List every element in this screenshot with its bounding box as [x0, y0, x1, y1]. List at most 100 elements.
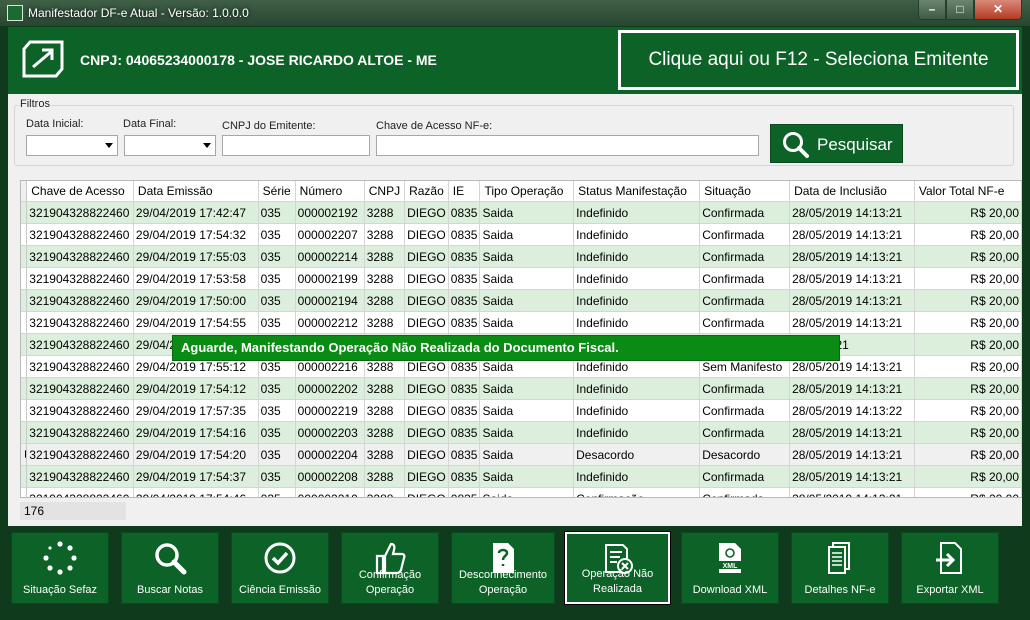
- table-cell: R$ 20,00: [914, 399, 1022, 422]
- window-edge: [1022, 26, 1030, 620]
- buscar-notas-button[interactable]: Buscar Notas: [121, 532, 219, 604]
- table-cell: R$ 20,00: [914, 311, 1022, 334]
- column-header[interactable]: Data de Inclusião: [789, 181, 915, 202]
- row-header[interactable]: [21, 399, 28, 422]
- select-emitente-button[interactable]: Clique aqui ou F12 - Seleciona Emitente: [618, 30, 1019, 90]
- search-icon: [783, 132, 809, 158]
- table-cell: 28/05/2019 14:13:21: [789, 487, 915, 497]
- cnpj-emitente-label: CNPJ do Emitente:: [222, 120, 316, 132]
- main-panel: Filtros Data Inicial: Data Final: CNPJ d…: [8, 94, 1023, 526]
- row-header[interactable]: [21, 201, 28, 224]
- table-cell: 28/05/2019 14:13:21: [789, 201, 915, 224]
- table-cell: 0835: [448, 487, 481, 497]
- maximize-button[interactable]: □: [946, 0, 974, 20]
- table-cell: Confirmada: [699, 201, 791, 224]
- row-header[interactable]: [21, 355, 28, 378]
- table-row[interactable]: 321904328822460 29/04/2019 17:57:35 035 000…: [21, 399, 1022, 422]
- spinner-icon: [43, 541, 77, 575]
- confirmacao-operacao-button[interactable]: Confirmação Operação: [341, 532, 439, 604]
- search-icon: [155, 543, 187, 575]
- row-header[interactable]: [21, 333, 28, 356]
- detalhes-nfe-button[interactable]: Detalhes NF-e: [791, 532, 889, 604]
- table-row[interactable]: 32190432882246029/04/2019 17:54:46035000…: [21, 487, 1022, 497]
- column-header[interactable]: IE: [448, 181, 481, 202]
- table-cell: 321904328822460: [26, 267, 134, 290]
- table-cell: 321904328822460: [26, 311, 134, 334]
- current-row-arrow-icon: [25, 450, 26, 458]
- close-button[interactable]: ✕: [974, 0, 1022, 20]
- table-row[interactable]: 321904328822460 29/04/2019 17:54:32 035 000…: [21, 223, 1022, 246]
- row-header[interactable]: [21, 311, 28, 334]
- search-button[interactable]: Pesquisar: [770, 124, 903, 163]
- table-cell: R$ 20,00: [914, 245, 1022, 268]
- table-cell: R$ 20,00: [914, 223, 1022, 246]
- row-header[interactable]: [21, 465, 28, 488]
- table-cell: Saida: [479, 421, 575, 444]
- action-label: Download XML: [692, 584, 768, 596]
- column-header[interactable]: Status Manifestação: [573, 181, 701, 202]
- table-cell: Saida: [479, 245, 575, 268]
- row-header[interactable]: [21, 267, 28, 290]
- table-cell: Confirmada: [699, 377, 791, 400]
- table-row[interactable]: 321904328822460 29/04/2019 17:54:16 035 000…: [21, 421, 1022, 444]
- minimize-button[interactable]: –: [918, 0, 946, 20]
- table-cell: 0835: [448, 245, 481, 268]
- column-header[interactable]: Situação: [699, 181, 791, 202]
- row-header[interactable]: [21, 377, 28, 400]
- row-header[interactable]: [21, 245, 28, 268]
- data-inicial-select[interactable]: [26, 135, 118, 156]
- table-cell: DIEGO: [404, 223, 449, 246]
- row-header[interactable]: [21, 223, 28, 246]
- table-cell: R$ 20,00: [914, 377, 1022, 400]
- column-header[interactable]: Razão: [404, 181, 449, 202]
- column-header[interactable]: Data Emissão: [133, 181, 259, 202]
- table-cell: Saida: [479, 223, 575, 246]
- column-header[interactable]: Chave de Acesso: [26, 181, 134, 202]
- column-header[interactable]: Número: [295, 181, 365, 202]
- table-cell: Indefinido: [573, 245, 701, 268]
- table-cell: 29/04/2019 17:54:46: [133, 487, 259, 497]
- table-row[interactable]: 321904328822460 29/04/2019 17:54:20 035 000…: [21, 443, 1022, 466]
- table-cell: 000002192: [295, 201, 365, 224]
- table-cell: 0835: [448, 399, 481, 422]
- operacao-nao-realizada-button[interactable]: Operação Não Realizada: [564, 531, 671, 605]
- table-cell: 3288: [364, 377, 406, 400]
- row-header[interactable]: [21, 443, 28, 466]
- table-row[interactable]: 321904328822460 29/04/2019 17:50:00 035 000…: [21, 289, 1022, 312]
- table-cell: 000002202: [295, 377, 365, 400]
- table-cell: Indefinido: [573, 377, 701, 400]
- row-header[interactable]: [21, 487, 28, 497]
- exportar-xml-button[interactable]: Exportar XML: [901, 532, 999, 604]
- table-cell: 000002219: [295, 399, 365, 422]
- table-cell: 3288: [364, 487, 406, 497]
- cnpj-emitente-input[interactable]: [222, 135, 370, 156]
- table-row[interactable]: 321904328822460 29/04/2019 17:54:12 035 000…: [21, 377, 1022, 400]
- table-cell: 28/05/2019 14:13:21: [789, 377, 915, 400]
- column-header[interactable]: CNPJ: [364, 181, 406, 202]
- column-header[interactable]: Série: [258, 181, 296, 202]
- situacao-sefaz-button[interactable]: Situação Sefaz: [11, 532, 109, 604]
- column-header[interactable]: Tipo Operação: [479, 181, 575, 202]
- table-row[interactable]: 321904328822460 29/04/2019 17:53:58 035 000…: [21, 267, 1022, 290]
- desconhecimento-operacao-button[interactable]: Desconhecimento Operação: [451, 532, 555, 604]
- row-header[interactable]: [21, 289, 28, 312]
- table-cell: 321904328822460: [26, 289, 134, 312]
- row-header[interactable]: [21, 421, 28, 444]
- table-row[interactable]: 321904328822460 29/04/2019 17:54:55 035 000…: [21, 311, 1022, 334]
- table-row[interactable]: 321904328822460 29/04/2019 17:54:37 035 000…: [21, 465, 1022, 488]
- action-label: Buscar Notas: [136, 584, 204, 596]
- table-row[interactable]: 321904328822460 29/04/2019 17:55:03 035 000…: [21, 245, 1022, 268]
- table-cell: 28/05/2019 14:13:21: [789, 421, 915, 444]
- column-header[interactable]: Valor Total NF-e: [914, 181, 1022, 202]
- table-cell: DIEGO: [404, 201, 449, 224]
- data-final-select[interactable]: [124, 135, 216, 156]
- table-cell: 0835: [448, 443, 481, 466]
- window-title: Manifestador DF-e Atual - Versão: 1.0.0.…: [28, 6, 249, 20]
- download-xml-button[interactable]: XML Download XML: [681, 532, 779, 604]
- chave-acesso-input[interactable]: [376, 135, 759, 156]
- table-row[interactable]: 321904328822460 29/04/2019 17:42:47 035 000…: [21, 201, 1022, 224]
- table-cell: Confirmada: [699, 245, 791, 268]
- export-icon: [936, 542, 962, 574]
- table-cell: Confirmada: [699, 399, 791, 422]
- ciencia-emissao-button[interactable]: Ciência Emissão: [231, 532, 329, 604]
